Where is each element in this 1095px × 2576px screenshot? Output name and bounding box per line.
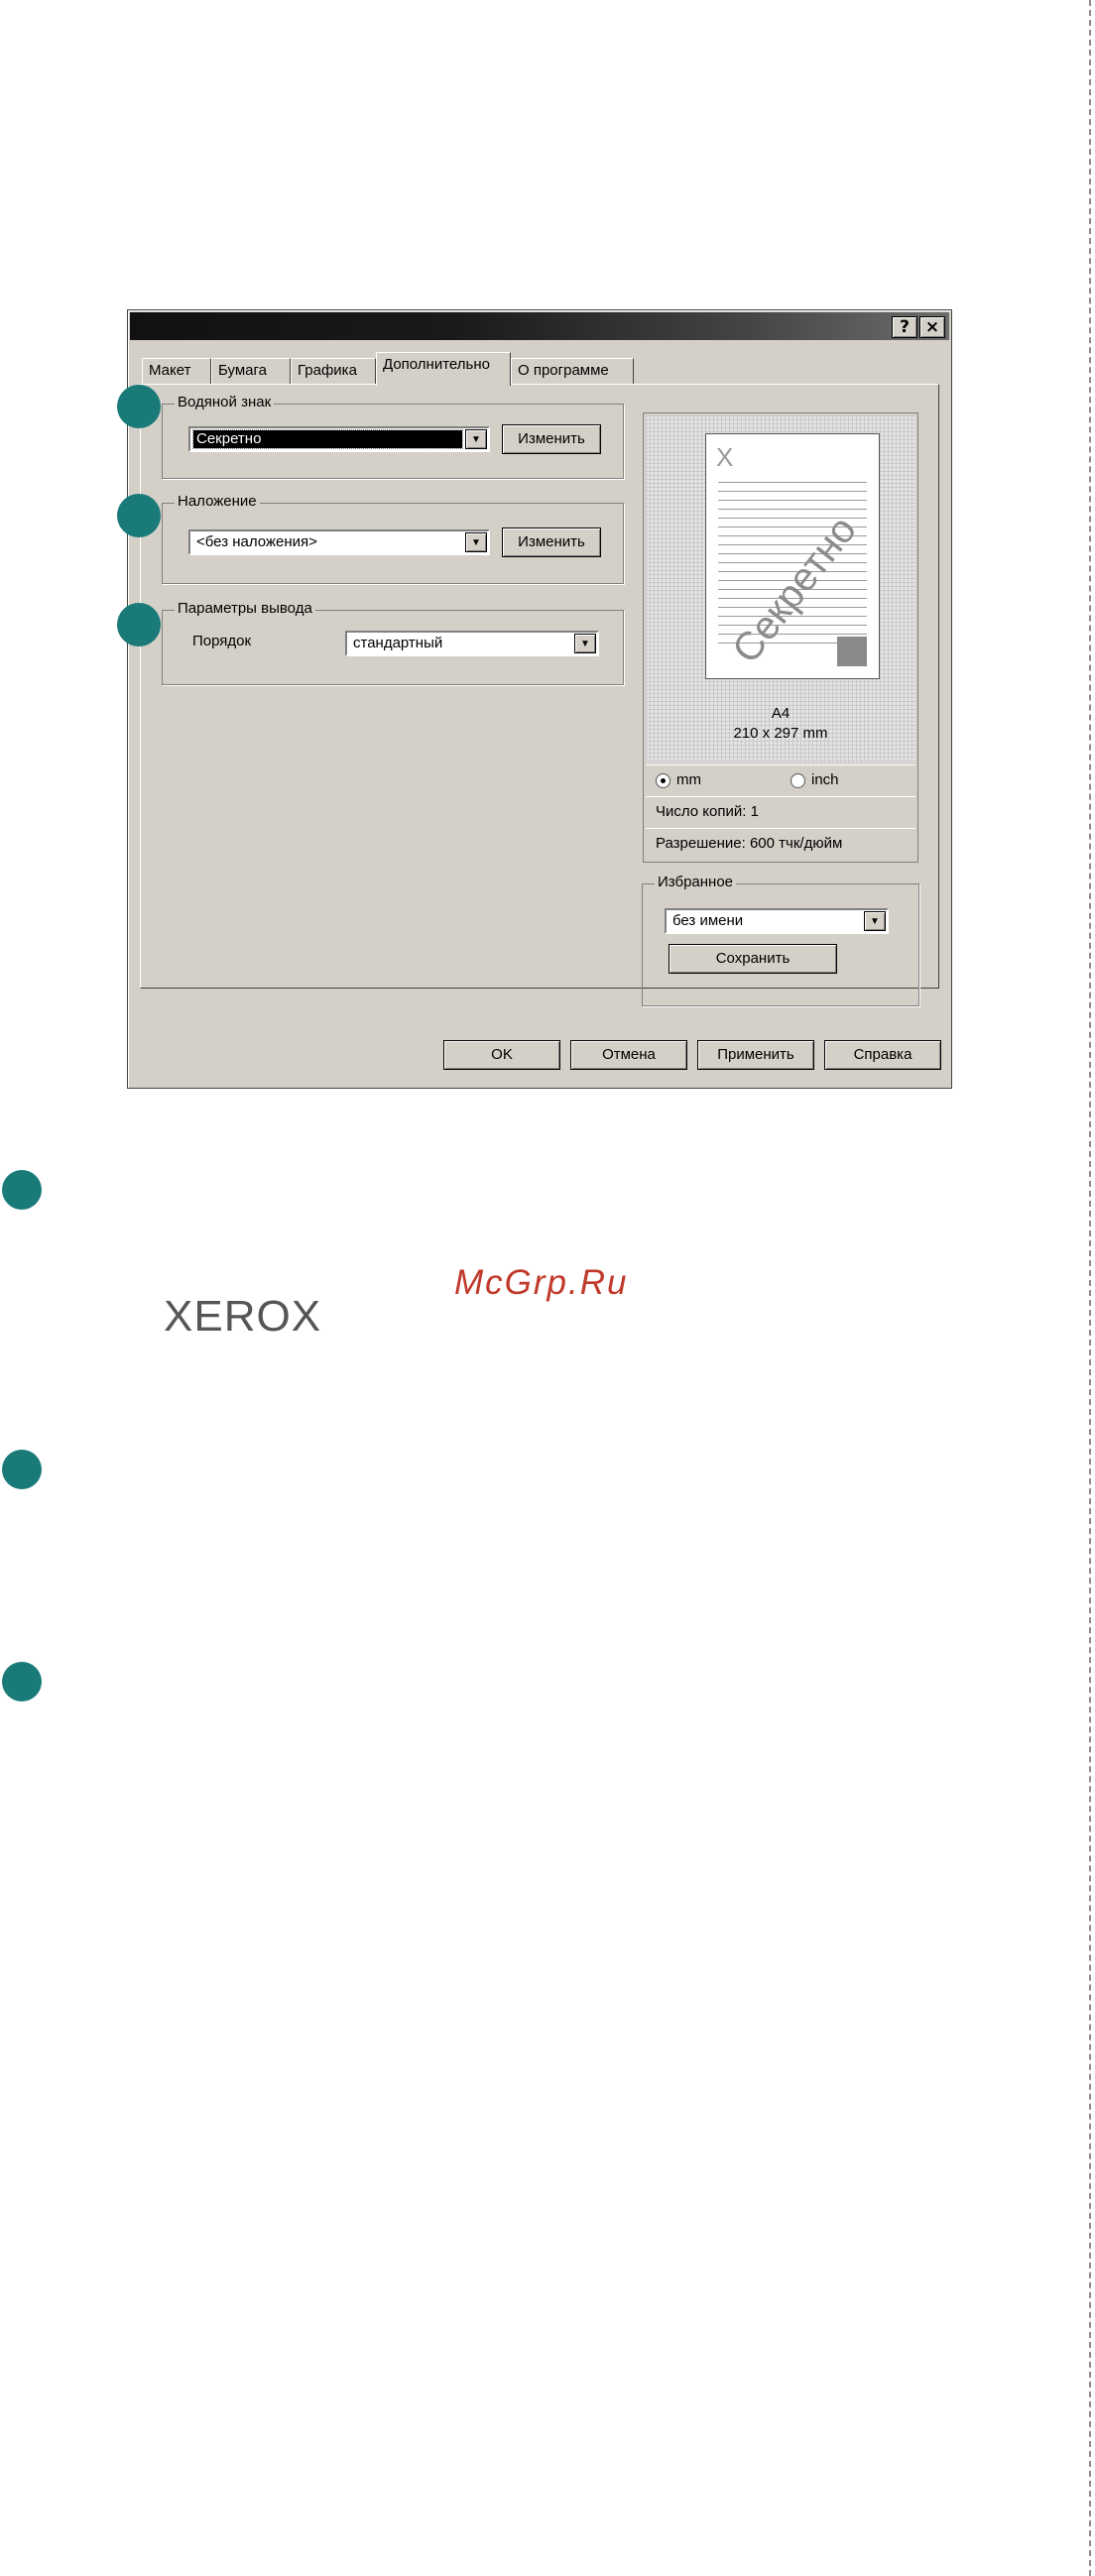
unit-inch-option[interactable]: inch <box>791 765 839 795</box>
watermark-edit-button[interactable]: Изменить <box>502 424 601 454</box>
radio-inch-icon[interactable] <box>791 772 805 788</box>
page-preview-pane: X Секретно A4 210 x 297 mm mm inch Число… <box>643 412 918 863</box>
dropdown-arrow-icon[interactable]: ▼ <box>864 911 886 931</box>
dropdown-arrow-icon[interactable]: ▼ <box>574 634 596 653</box>
resolution-readout: Разрешение: 600 тчк/дюйм <box>646 828 915 859</box>
section-marker-3 <box>2 1662 42 1701</box>
order-label: Порядок <box>192 633 252 649</box>
xerox-logo: XEROX <box>164 1292 322 1341</box>
section-marker-2 <box>2 1450 42 1489</box>
watermark-select-value: Секретно <box>192 429 463 449</box>
watermark-select[interactable]: Секретно ▼ <box>188 426 490 452</box>
tab-graphics[interactable]: Графика <box>291 358 376 384</box>
tab-layout[interactable]: Макет <box>142 358 211 384</box>
apply-button[interactable]: Применить <box>697 1040 814 1070</box>
favorites-save-button[interactable]: Сохранить <box>669 944 837 974</box>
favorites-group-title: Избранное <box>655 874 737 890</box>
unit-mm-option[interactable]: mm <box>656 765 701 795</box>
cancel-button[interactable]: Отмена <box>570 1040 687 1070</box>
radio-mm-icon[interactable] <box>656 772 670 788</box>
close-button[interactable]: × <box>919 316 945 338</box>
overlay-select-value: <без наложения> <box>196 533 317 550</box>
section-marker-1 <box>2 1170 42 1210</box>
watermark-group: Водяной знак Секретно ▼ Изменить <box>162 394 624 479</box>
copies-readout: Число копий: 1 <box>646 796 915 827</box>
favorites-select-value: без имени <box>672 912 744 929</box>
overlay-group-title: Наложение <box>175 493 260 510</box>
site-watermark: McGrp.Ru <box>454 1263 629 1302</box>
preview-image-block <box>837 637 867 666</box>
preview-paper-name: A4 <box>771 705 791 722</box>
overlay-edit-button[interactable]: Изменить <box>502 527 601 557</box>
preview-paper-size: 210 x 297 mm <box>733 725 828 742</box>
overlay-select[interactable]: <без наложения> ▼ <box>188 529 490 555</box>
output-group-title: Параметры вывода <box>175 600 315 617</box>
order-select-value: стандартный <box>353 635 443 651</box>
tab-extras[interactable]: Дополнительно <box>376 352 511 386</box>
callout-marker-3 <box>117 603 161 646</box>
callout-marker-2 <box>117 494 161 537</box>
units-row: mm inch <box>646 764 915 795</box>
help-dialog-button[interactable]: Справка <box>824 1040 941 1070</box>
watermark-group-title: Водяной знак <box>175 394 275 410</box>
ok-button[interactable]: OK <box>443 1040 560 1070</box>
tab-about[interactable]: О программе <box>511 358 634 384</box>
order-select[interactable]: стандартный ▼ <box>345 631 599 656</box>
output-options-group: Параметры вывода Порядок стандартный ▼ <box>162 600 624 685</box>
favorites-group: Избранное без имени ▼ Сохранить <box>642 874 919 1006</box>
help-button[interactable]: ? <box>892 316 917 338</box>
unit-mm-label: mm <box>676 771 701 788</box>
preview-grid: X Секретно A4 210 x 297 mm <box>646 415 915 762</box>
dropdown-arrow-icon[interactable]: ▼ <box>465 429 487 449</box>
preview-page: X Секретно <box>705 433 880 679</box>
title-bar: ? × <box>130 312 949 340</box>
callout-marker-1 <box>117 385 161 428</box>
dropdown-arrow-icon[interactable]: ▼ <box>465 532 487 552</box>
tab-paper[interactable]: Бумага <box>211 358 291 384</box>
preview-x-mark: X <box>716 442 734 472</box>
favorites-select[interactable]: без имени ▼ <box>665 908 889 934</box>
overlay-group: Наложение <без наложения> ▼ Изменить <box>162 493 624 584</box>
unit-inch-label: inch <box>811 771 839 788</box>
dashed-cut-line <box>1089 0 1091 2576</box>
